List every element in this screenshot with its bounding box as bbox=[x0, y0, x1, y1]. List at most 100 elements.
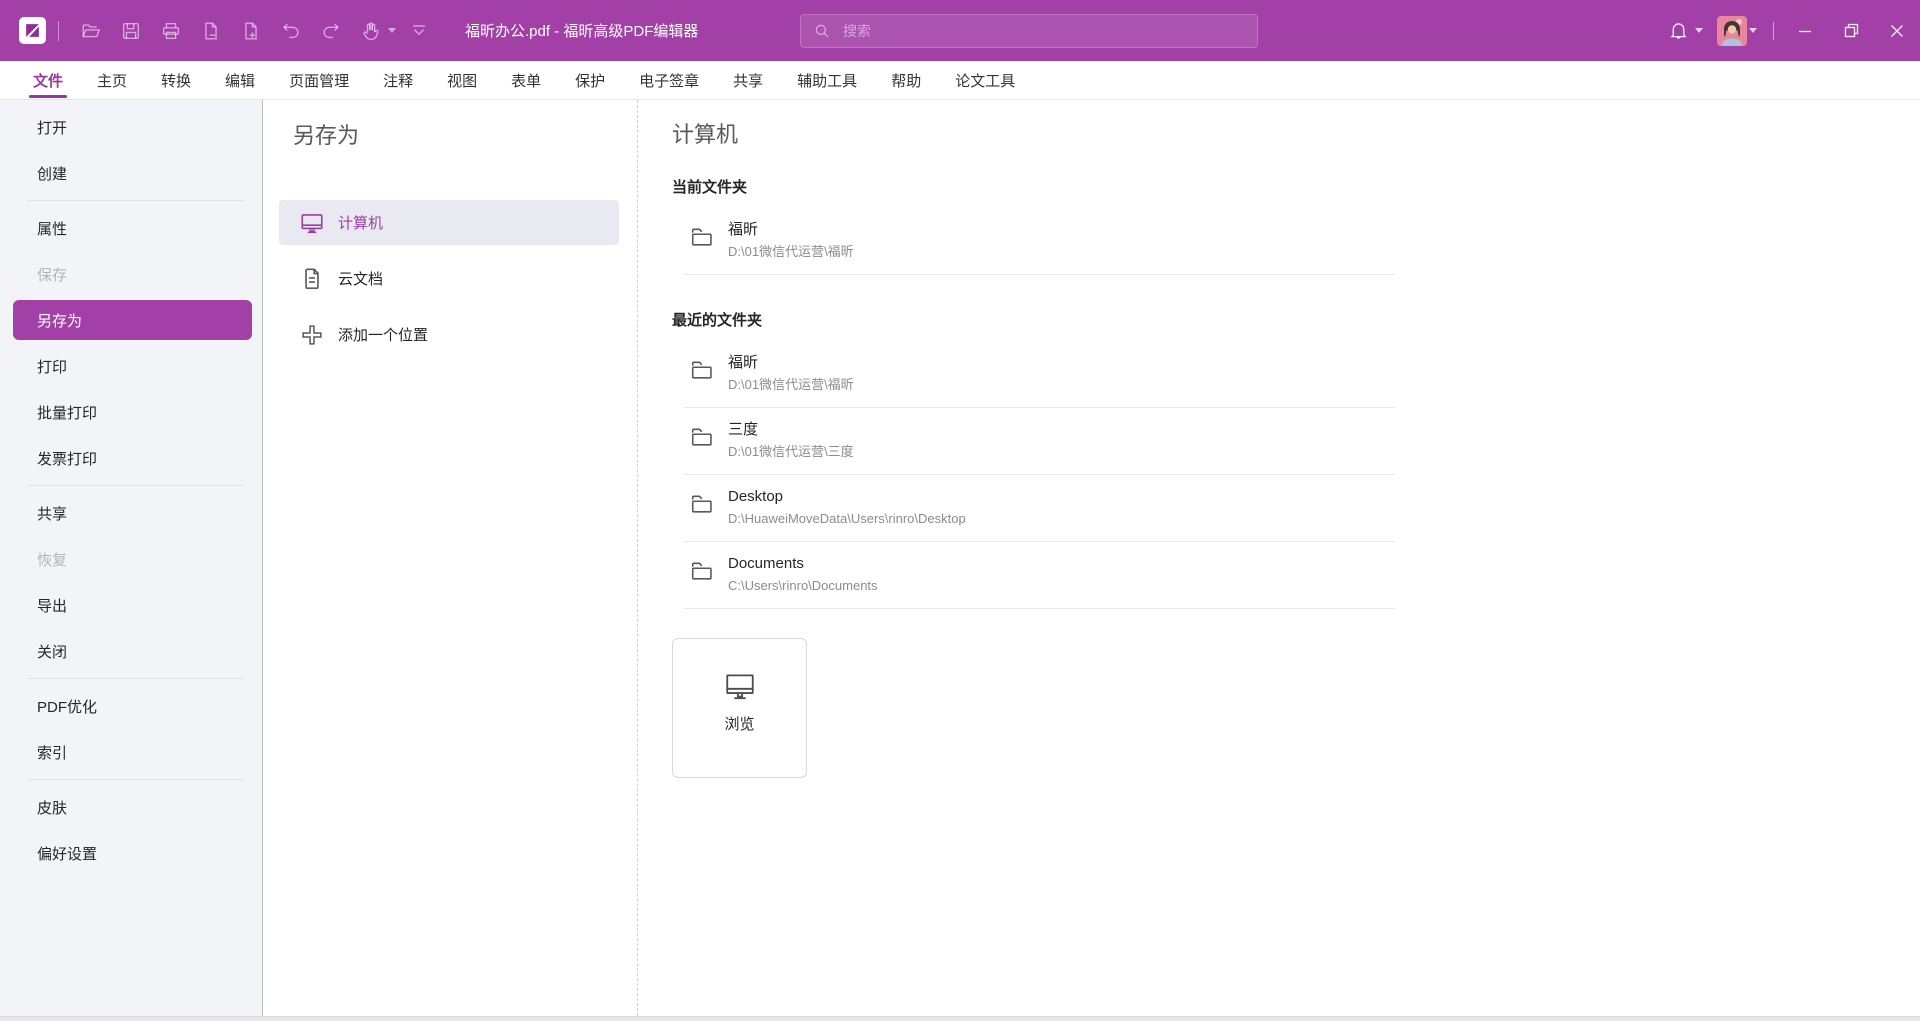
caret-down-icon bbox=[1749, 28, 1757, 33]
folder-icon bbox=[688, 356, 715, 383]
page-add-icon bbox=[240, 20, 262, 42]
search-icon bbox=[813, 22, 831, 40]
insert-page-button[interactable] bbox=[231, 11, 271, 51]
undo-button[interactable] bbox=[271, 11, 311, 51]
sidebar-item-save-as[interactable]: 另存为 bbox=[13, 300, 252, 340]
open-button[interactable] bbox=[71, 11, 111, 51]
folder-row-current-fuxin[interactable]: 福昕 D:\01微信代运营\福昕 bbox=[684, 208, 1395, 275]
tab-protect[interactable]: 保护 bbox=[558, 61, 622, 99]
quick-access-toolbar bbox=[71, 11, 439, 51]
titlebar-separator bbox=[1773, 22, 1774, 40]
bell-icon bbox=[1668, 20, 1689, 41]
folder-path: D:\01微信代运营\福昕 bbox=[728, 242, 854, 262]
folder-name: 三度 bbox=[728, 419, 854, 440]
avatar-image bbox=[1717, 16, 1747, 46]
sidebar-item-share[interactable]: 共享 bbox=[0, 490, 262, 536]
tab-convert[interactable]: 转换 bbox=[144, 61, 208, 99]
folder-path: C:\Users\rinro\Documents bbox=[728, 576, 878, 596]
search-box[interactable] bbox=[800, 14, 1258, 48]
cloud-document-icon bbox=[299, 266, 325, 292]
tab-organize[interactable]: 页面管理 bbox=[272, 61, 366, 99]
print-icon bbox=[160, 20, 182, 42]
notifications-button[interactable] bbox=[1664, 11, 1693, 51]
panel-title: 另存为 bbox=[293, 120, 619, 152]
folder-icon bbox=[688, 557, 715, 584]
folder-path: D:\01微信代运营\福昕 bbox=[728, 375, 854, 395]
account-dropdown[interactable] bbox=[1749, 28, 1757, 33]
sidebar-item-index[interactable]: 索引 bbox=[0, 729, 262, 775]
sidebar-item-create[interactable]: 创建 bbox=[0, 150, 262, 196]
redo-button[interactable] bbox=[311, 11, 351, 51]
caret-down-icon bbox=[388, 28, 396, 33]
tab-share[interactable]: 共享 bbox=[716, 61, 780, 99]
divider bbox=[27, 678, 244, 679]
foxit-logo-glyph bbox=[23, 21, 42, 40]
tab-view[interactable]: 视图 bbox=[430, 61, 494, 99]
avatar[interactable] bbox=[1717, 16, 1747, 46]
titlebar-separator bbox=[58, 21, 59, 41]
open-folder-icon bbox=[80, 20, 102, 42]
sidebar-item-export[interactable]: 导出 bbox=[0, 582, 262, 628]
minimize-button[interactable] bbox=[1782, 0, 1828, 61]
sidebar-item-batch-print[interactable]: 批量打印 bbox=[0, 389, 262, 435]
hand-tool-icon bbox=[360, 20, 382, 42]
divider bbox=[27, 200, 244, 201]
hand-tool-dropdown[interactable] bbox=[385, 11, 399, 51]
sidebar-item-pdf-optimize[interactable]: PDF优化 bbox=[0, 683, 262, 729]
sidebar-item-open[interactable]: 打开 bbox=[0, 104, 262, 150]
save-as-panel: 另存为 计算机 云文档 添加一个位置 bbox=[263, 100, 638, 1016]
tab-comment[interactable]: 注释 bbox=[366, 61, 430, 99]
place-add-location[interactable]: 添加一个位置 bbox=[279, 312, 619, 357]
collapse-toolbar-button[interactable] bbox=[399, 11, 439, 51]
backstage-view: 打开 创建 属性 保存 另存为 打印 批量打印 发票打印 共享 恢复 导出 关闭… bbox=[0, 100, 1920, 1016]
folder-icon bbox=[688, 490, 715, 517]
tab-home[interactable]: 主页 bbox=[80, 61, 144, 99]
minimize-icon bbox=[1798, 24, 1812, 38]
tab-help[interactable]: 帮助 bbox=[874, 61, 938, 99]
save-button[interactable] bbox=[111, 11, 151, 51]
sidebar-item-skin[interactable]: 皮肤 bbox=[0, 784, 262, 830]
tab-esign[interactable]: 电子签章 bbox=[622, 61, 716, 99]
close-button[interactable] bbox=[1874, 0, 1920, 61]
folder-row-documents[interactable]: Documents C:\Users\rinro\Documents bbox=[684, 542, 1395, 609]
search-input[interactable] bbox=[841, 22, 1245, 40]
titlebar-right bbox=[1664, 0, 1920, 61]
folder-row-fuxin[interactable]: 福昕 D:\01微信代运营\福昕 bbox=[684, 341, 1395, 408]
print-button[interactable] bbox=[151, 11, 191, 51]
tab-file[interactable]: 文件 bbox=[16, 61, 80, 99]
window-bottom-edge bbox=[0, 1016, 1920, 1021]
computer-panel: 计算机 当前文件夹 福昕 D:\01微信代运营\福昕 最近的文件夹 福昕 D:\… bbox=[638, 100, 1920, 1016]
place-computer[interactable]: 计算机 bbox=[279, 200, 619, 245]
folder-text: Desktop D:\HuaweiMoveData\Users\rinro\De… bbox=[728, 486, 966, 529]
delete-page-button[interactable] bbox=[191, 11, 231, 51]
foxit-logo[interactable] bbox=[19, 17, 46, 44]
place-label: 添加一个位置 bbox=[338, 324, 428, 345]
sidebar-item-print[interactable]: 打印 bbox=[0, 343, 262, 389]
restore-button[interactable] bbox=[1828, 0, 1874, 61]
folder-text: 福昕 D:\01微信代运营\福昕 bbox=[728, 219, 854, 262]
page-remove-icon bbox=[200, 20, 222, 42]
plus-icon bbox=[299, 322, 325, 348]
place-cloud-documents[interactable]: 云文档 bbox=[279, 256, 619, 301]
file-sidebar: 打开 创建 属性 保存 另存为 打印 批量打印 发票打印 共享 恢复 导出 关闭… bbox=[0, 100, 263, 1016]
sidebar-item-preferences[interactable]: 偏好设置 bbox=[0, 830, 262, 876]
save-icon bbox=[120, 20, 142, 42]
browse-button[interactable]: 浏览 bbox=[672, 638, 807, 778]
folder-path: D:\01微信代运营\三度 bbox=[728, 442, 854, 462]
tab-edit[interactable]: 编辑 bbox=[208, 61, 272, 99]
page-title: 计算机 bbox=[672, 120, 1920, 150]
notifications-dropdown[interactable] bbox=[1695, 28, 1703, 33]
sidebar-item-properties[interactable]: 属性 bbox=[0, 205, 262, 251]
tab-form[interactable]: 表单 bbox=[494, 61, 558, 99]
folder-name: Documents bbox=[728, 553, 878, 574]
sidebar-item-close[interactable]: 关闭 bbox=[0, 628, 262, 674]
folder-row-sandu[interactable]: 三度 D:\01微信代运营\三度 bbox=[684, 408, 1395, 475]
browse-label: 浏览 bbox=[724, 713, 754, 734]
current-folder-section-label: 当前文件夹 bbox=[672, 178, 1920, 198]
folder-row-desktop[interactable]: Desktop D:\HuaweiMoveData\Users\rinro\De… bbox=[684, 475, 1395, 542]
caret-down-icon bbox=[1695, 28, 1703, 33]
document-title: 福昕办公.pdf - 福昕高级PDF编辑器 bbox=[465, 20, 698, 41]
tab-accessibility[interactable]: 辅助工具 bbox=[780, 61, 874, 99]
tab-paper-tools[interactable]: 论文工具 bbox=[938, 61, 1032, 99]
sidebar-item-invoice-print[interactable]: 发票打印 bbox=[0, 435, 262, 481]
